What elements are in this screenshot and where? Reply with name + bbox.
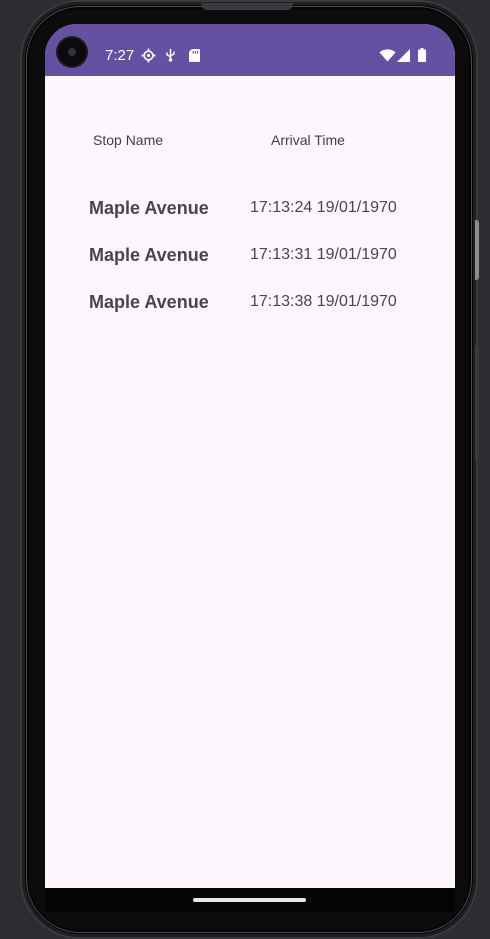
arrival-time-cell: 17:13:38 19/01/1970 [250, 293, 397, 310]
arrival-time-cell: 17:13:24 19/01/1970 [250, 199, 397, 216]
stop-name-header: Stop Name [93, 132, 164, 148]
arrival-time-header: Arrival Time [271, 132, 345, 148]
sd-card-icon [187, 46, 201, 64]
battery-icon [416, 46, 428, 64]
table-row[interactable]: Maple Avenue 17:13:31 19/01/1970 [45, 241, 455, 271]
table-row[interactable]: Maple Avenue 17:13:24 19/01/1970 [45, 194, 455, 224]
stop-name-cell: Maple Avenue [89, 292, 209, 312]
power-button[interactable] [475, 345, 479, 460]
settings-gear-icon [139, 46, 157, 64]
arrival-time-cell: 17:13:31 19/01/1970 [250, 246, 397, 263]
front-camera [58, 38, 86, 66]
volume-button[interactable] [475, 220, 479, 280]
status-bar: 7:27 [45, 24, 455, 76]
wifi-icon [378, 46, 396, 64]
usb-debug-icon [163, 46, 177, 64]
cell-signal-icon [395, 46, 411, 64]
home-gesture-handle[interactable] [193, 898, 306, 902]
table-row[interactable]: Maple Avenue 17:13:38 19/01/1970 [45, 288, 455, 318]
app-screen: 7:27 Stop Name Arrival Time Maple Avenue… [45, 24, 455, 888]
stop-name-cell: Maple Avenue [89, 198, 209, 218]
status-clock: 7:27 [105, 47, 135, 64]
stop-name-cell: Maple Avenue [89, 245, 209, 265]
earpiece-speaker [201, 3, 293, 10]
